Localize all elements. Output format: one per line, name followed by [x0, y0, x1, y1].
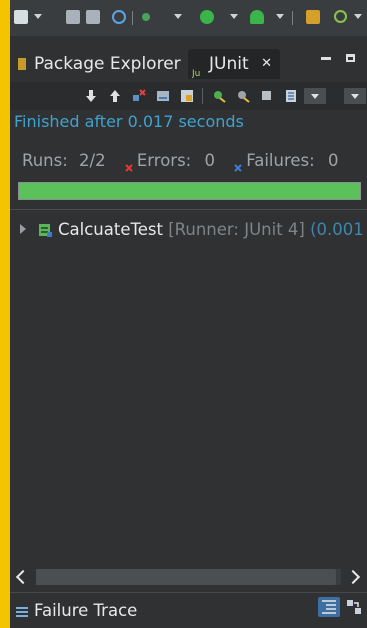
history-dropdown-arrow[interactable] [304, 88, 326, 104]
failure-trace-label: Failure Trace [34, 601, 138, 620]
failure-trace-header: Failure Trace [10, 592, 367, 628]
test-duration: (0.001 [310, 220, 364, 239]
expand-arrow-icon[interactable] [20, 224, 26, 234]
show-failures-only-icon[interactable] [132, 88, 146, 102]
svg-text:Ju: Ju [192, 69, 200, 78]
scrollbar-track[interactable] [36, 569, 341, 585]
run-dropdown-arrow[interactable] [230, 14, 238, 19]
package-icon [18, 58, 26, 70]
runs-value: 2/2 [79, 151, 106, 170]
previous-failure-icon[interactable] [108, 88, 122, 102]
errors-icon [125, 157, 133, 172]
maximize-icon[interactable] [346, 54, 355, 62]
scroll-right-icon[interactable] [343, 566, 367, 588]
test-tree-item[interactable]: CalcuateTest [Runner: JUnit 4] (0.001 [20, 220, 367, 244]
junit-icon: Ju [191, 58, 206, 79]
test-progress-bar [18, 182, 361, 200]
stop-icon[interactable] [262, 91, 271, 100]
tab-package-explorer[interactable]: Package Explorer [10, 49, 188, 79]
toolbar-separator [132, 11, 133, 25]
runs-label: Runs: [22, 151, 68, 170]
test-tree-item-text: CalcuateTest [Runner: JUnit 4] (0.001 [58, 220, 364, 239]
stack-trace-icon [16, 606, 28, 617]
tab-package-explorer-label: Package Explorer [34, 54, 181, 74]
compare-result-icon[interactable] [346, 599, 362, 615]
tab-junit-label: JUnit [209, 54, 249, 74]
errors-label: Errors: [136, 151, 192, 170]
refresh-dropdown-arrow[interactable] [354, 14, 362, 19]
close-icon[interactable]: ✕ [261, 49, 272, 79]
save-all-icon[interactable] [86, 10, 100, 24]
toolbar-separator [292, 11, 293, 25]
debug-icon[interactable] [142, 13, 150, 21]
horizontal-scrollbar[interactable] [10, 566, 367, 588]
external-tools-dropdown-arrow[interactable] [276, 14, 284, 19]
failures-value: 0 [327, 151, 339, 170]
rerun-test-icon[interactable] [212, 88, 226, 103]
junit-toolbar-separator [202, 88, 203, 104]
scroll-left-icon[interactable] [10, 566, 34, 588]
junit-toolbar [10, 82, 367, 110]
section-divider [10, 209, 367, 210]
filter-stack-trace-icon[interactable] [318, 597, 340, 617]
tab-junit[interactable]: Ju JUnit ✕ [188, 49, 280, 79]
test-counters: Runs: 2/2 Errors: 0 Failures: 0 [22, 150, 367, 172]
save-icon[interactable] [66, 10, 80, 24]
minimize-icon[interactable] [321, 57, 331, 60]
test-suite-icon [38, 223, 53, 238]
history-icon[interactable] [180, 88, 194, 102]
test-run-history-icon[interactable] [284, 88, 298, 102]
failures-label: Failures: [246, 151, 315, 170]
new-dropdown-arrow[interactable] [34, 14, 42, 19]
grid-icon[interactable] [306, 10, 320, 24]
failures-icon [234, 157, 242, 172]
main-toolbar [10, 0, 367, 36]
rerun-failed-first-icon[interactable] [236, 88, 250, 103]
debug-dropdown-arrow[interactable] [174, 14, 182, 19]
external-tools-icon[interactable] [250, 10, 264, 24]
next-failure-icon[interactable] [84, 88, 98, 102]
errors-value: 0 [204, 151, 215, 170]
test-class-name: CalcuateTest [58, 220, 163, 239]
run-status-text: Finished after 0.017 seconds [14, 112, 244, 131]
new-icon[interactable] [14, 10, 28, 24]
scroll-lock-icon[interactable] [156, 88, 170, 102]
test-runner-label: [Runner: JUnit 4] [168, 220, 305, 239]
search-icon[interactable] [112, 10, 126, 24]
failure-trace-title: Failure Trace [16, 601, 137, 620]
scrollbar-thumb[interactable] [36, 569, 336, 585]
view-tab-row: Package Explorer Ju JUnit ✕ [10, 45, 367, 81]
junit-view-frame: Package Explorer Ju JUnit ✕ Finished aft… [10, 0, 367, 628]
view-menu-icon[interactable] [344, 88, 366, 104]
refresh-icon[interactable] [334, 10, 347, 23]
run-icon[interactable] [200, 10, 214, 24]
